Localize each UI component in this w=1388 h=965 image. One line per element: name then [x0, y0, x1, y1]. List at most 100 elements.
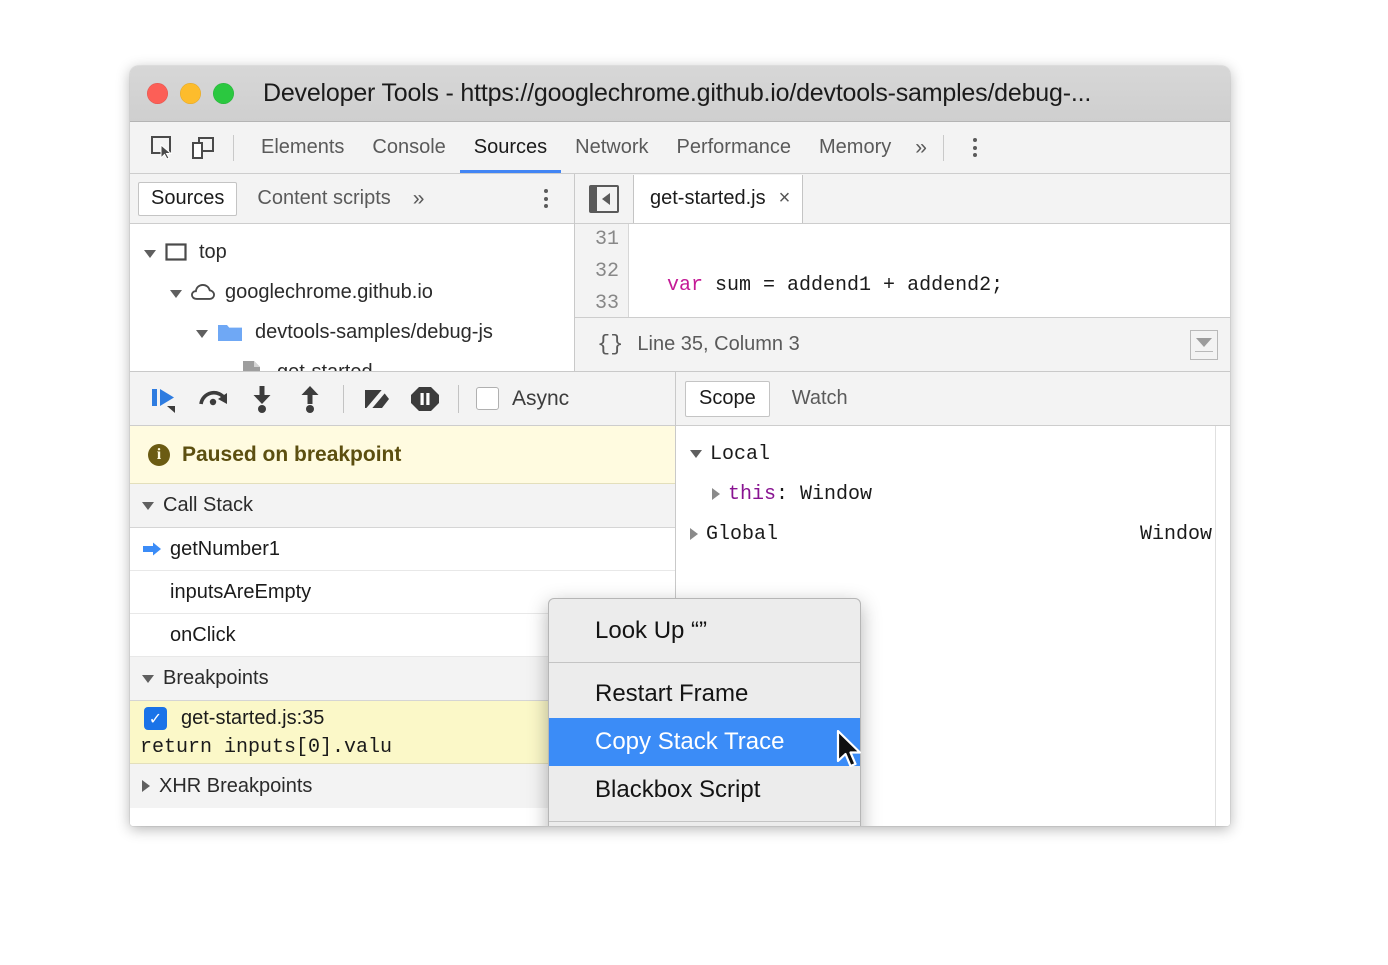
- navtab-sources[interactable]: Sources: [138, 182, 237, 216]
- chevron-down-icon: [1196, 338, 1212, 347]
- scope-property-value: : Window: [776, 483, 872, 506]
- scope-vertical-scrollbar[interactable]: [1215, 426, 1230, 826]
- toolbar-divider: [233, 135, 234, 161]
- more-options-icon[interactable]: [957, 138, 993, 157]
- code-view[interactable]: 31 32 33 34 var sum = addend1 + addend2;…: [575, 224, 1230, 317]
- toolbar-divider-2: [458, 385, 459, 413]
- minimize-window-button[interactable]: [180, 83, 201, 104]
- toolbar-divider-2: [943, 135, 944, 161]
- section-title: Call Stack: [163, 494, 253, 517]
- line-number: 32: [575, 256, 619, 288]
- paused-message: Paused on breakpoint: [182, 443, 401, 467]
- section-header-call-stack[interactable]: Call Stack: [130, 484, 675, 528]
- file-icon: [241, 361, 267, 371]
- tree-item-label: devtools-samples/debug-js: [255, 321, 493, 344]
- scope-tabbar: Scope Watch: [676, 372, 1230, 426]
- scope-row-global[interactable]: Global Window: [676, 514, 1230, 554]
- tab-elements[interactable]: Elements: [247, 122, 358, 173]
- menu-item-blackbox-script[interactable]: Blackbox Script: [549, 766, 860, 814]
- editor-tabbar: get-started.js ×: [575, 174, 1230, 224]
- step-out-of-current-function-button[interactable]: [286, 375, 334, 423]
- tab-performance[interactable]: Performance: [663, 122, 806, 173]
- chevron-down-icon[interactable]: [690, 450, 702, 458]
- pause-on-exceptions-button[interactable]: [401, 375, 449, 423]
- current-frame-arrow-icon: [142, 541, 164, 557]
- chevron-down-icon: [142, 502, 154, 510]
- tree-item-googlechrome-github-io[interactable]: googlechrome.github.io: [130, 272, 574, 312]
- navigator-more-icon[interactable]: »: [403, 187, 435, 211]
- context-menu: Look Up “” Restart Frame Copy Stack Trac…: [548, 598, 861, 826]
- breakpoint-location-label: get-started.js:35: [181, 707, 324, 730]
- tree-item-label: googlechrome.github.io: [225, 281, 433, 304]
- editor-footer-toggle-button[interactable]: [1190, 330, 1218, 360]
- paused-banner: i Paused on breakpoint: [130, 426, 675, 484]
- cursor-position-label: Line 35, Column 3: [637, 333, 799, 356]
- navigator-options-icon[interactable]: [528, 189, 564, 208]
- close-icon[interactable]: ×: [779, 187, 791, 210]
- code-line-31: var sum = addend1 + addend2;: [643, 270, 1230, 302]
- show-navigator-icon[interactable]: [589, 185, 619, 213]
- menu-divider: [549, 662, 860, 663]
- async-label: Async: [512, 387, 569, 411]
- chevron-right-icon[interactable]: [690, 528, 698, 540]
- scope-row-label: Local: [710, 443, 770, 466]
- tree-item-label: get-started: [277, 361, 373, 372]
- title-bar: Developer Tools - https://googlechrome.g…: [130, 66, 1230, 122]
- devtools-window: Developer Tools - https://googlechrome.g…: [130, 66, 1230, 826]
- chevron-right-icon[interactable]: [712, 488, 720, 500]
- chevron-down-icon[interactable]: [144, 250, 156, 258]
- divider: [1195, 351, 1213, 352]
- file-tree: top googlechrome.github.io: [130, 224, 574, 371]
- chevron-down-icon[interactable]: [196, 330, 208, 338]
- async-checkbox[interactable]: [476, 387, 499, 410]
- tab-network[interactable]: Network: [561, 122, 662, 173]
- tree-item-label: top: [199, 241, 227, 264]
- tab-watch[interactable]: Watch: [779, 381, 861, 417]
- deactivate-breakpoints-button[interactable]: [353, 375, 401, 423]
- scope-row-label: Global: [706, 523, 778, 546]
- menu-item-copy-stack-trace[interactable]: Copy Stack Trace: [549, 718, 860, 766]
- toolbar-divider: [343, 385, 344, 413]
- device-toolbar-icon[interactable]: [186, 131, 220, 165]
- cloud-icon: [191, 281, 215, 303]
- close-window-button[interactable]: [147, 83, 168, 104]
- call-stack-frame-label: getNumber1: [170, 538, 280, 561]
- window-title: Developer Tools - https://googlechrome.g…: [263, 79, 1091, 108]
- tree-item-get-started[interactable]: get-started: [130, 352, 574, 371]
- tab-console[interactable]: Console: [358, 122, 459, 173]
- tree-item-top[interactable]: top: [130, 232, 574, 272]
- scope-row-local[interactable]: Local: [676, 434, 1230, 474]
- code-lines[interactable]: var sum = addend1 + addend2; label.textC…: [629, 224, 1230, 317]
- chevron-down-icon: [142, 675, 154, 683]
- tree-item-devtools-samples-debug-js[interactable]: devtools-samples/debug-js: [130, 312, 574, 352]
- chevron-down-icon[interactable]: [170, 290, 182, 298]
- section-title: Breakpoints: [163, 667, 269, 690]
- navigator-tabbar: Sources Content scripts »: [130, 174, 574, 224]
- resume-script-execution-button[interactable]: [142, 375, 190, 423]
- editor-tab-get-started-js[interactable]: get-started.js ×: [633, 175, 803, 223]
- editor-status-bar: {} Line 35, Column 3: [575, 317, 1230, 371]
- menu-item-look-up[interactable]: Look Up “”: [549, 607, 860, 655]
- breakpoint-checkbox[interactable]: ✓: [144, 707, 167, 730]
- folder-icon: [217, 321, 245, 343]
- scope-row-this[interactable]: this : Window: [676, 474, 1230, 514]
- tab-memory[interactable]: Memory: [805, 122, 905, 173]
- debugger-toolbar: Async: [130, 372, 675, 426]
- menu-divider-2: [549, 821, 860, 822]
- tab-sources[interactable]: Sources: [460, 122, 561, 173]
- info-icon: i: [148, 444, 170, 466]
- step-over-next-function-call-button[interactable]: [190, 375, 238, 423]
- more-tabs-icon[interactable]: »: [905, 136, 937, 160]
- devtools-main-tabbar: Elements Console Sources Network Perform…: [130, 122, 1230, 174]
- step-into-next-function-call-button[interactable]: [238, 375, 286, 423]
- navtab-content-scripts[interactable]: Content scripts: [245, 182, 402, 216]
- tab-scope[interactable]: Scope: [685, 381, 770, 417]
- call-stack-frame-getnumber1[interactable]: getNumber1: [130, 528, 675, 571]
- menu-item-restart-frame[interactable]: Restart Frame: [549, 670, 860, 718]
- inspect-element-icon[interactable]: [146, 131, 180, 165]
- zoom-window-button[interactable]: [213, 83, 234, 104]
- format-pretty-print-icon[interactable]: {}: [597, 332, 623, 357]
- navigator-pane: Sources Content scripts » top: [130, 174, 575, 371]
- chevron-right-icon: [142, 780, 150, 792]
- line-number-gutter: 31 32 33 34: [575, 224, 629, 317]
